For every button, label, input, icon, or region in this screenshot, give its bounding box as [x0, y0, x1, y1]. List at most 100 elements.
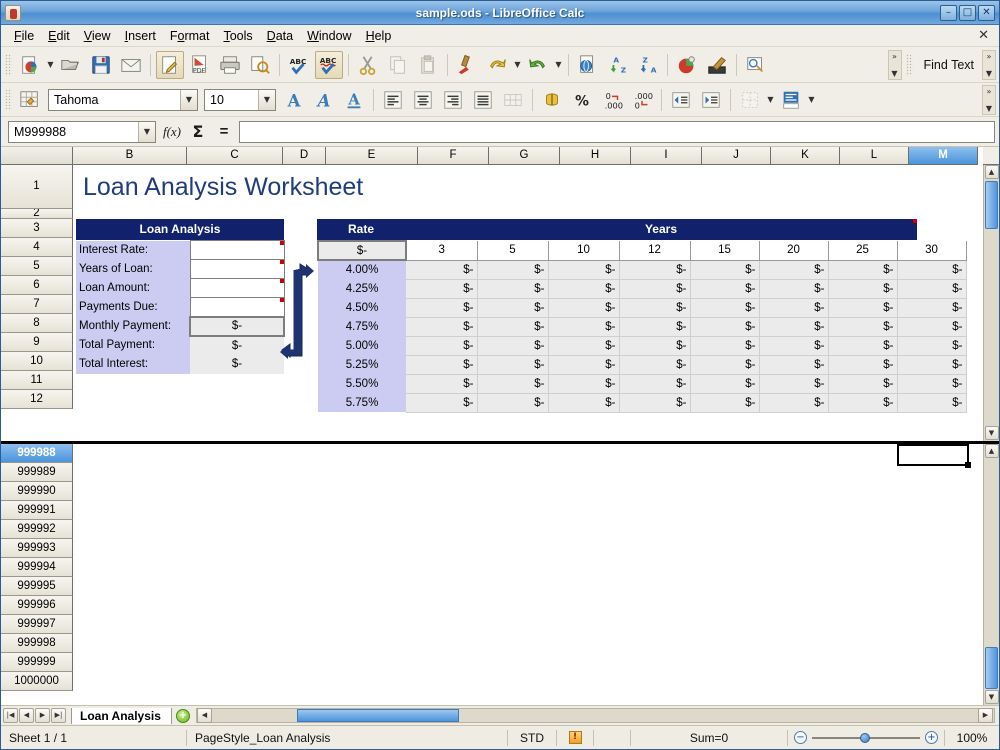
status-zoom-level[interactable]: 100% — [945, 729, 999, 747]
scroll-up-button[interactable]: ▲ — [985, 165, 999, 179]
matrix-cell[interactable]: $- — [619, 317, 690, 336]
scroll-up-button[interactable]: ▲ — [985, 444, 999, 458]
loan-input-loan-amount[interactable] — [190, 279, 284, 298]
matrix-cell[interactable]: $- — [759, 317, 828, 336]
matrix-cell[interactable]: $- — [759, 298, 828, 317]
loan-input-years-of-loan[interactable] — [190, 260, 284, 279]
row-header-999994[interactable]: 999994 — [1, 558, 73, 577]
find-toolbar-overflow[interactable]: » ▼ — [982, 50, 996, 80]
column-header-F[interactable]: F — [418, 147, 489, 165]
loan-value-monthly-payment[interactable]: $- — [190, 317, 284, 336]
matrix-cell[interactable]: $- — [477, 393, 548, 412]
zoom-slider-knob[interactable] — [860, 733, 870, 743]
name-box[interactable]: M999988 ▼ — [8, 121, 156, 143]
matrix-rate-corner-value[interactable]: $- — [318, 241, 406, 260]
clone-formatting-icon[interactable] — [453, 51, 481, 79]
paste-icon[interactable] — [414, 51, 442, 79]
top-pane-cells[interactable]: Loan Analysis Worksheet Loan Analysis In… — [73, 165, 983, 441]
row-header-999992[interactable]: 999992 — [1, 520, 73, 539]
matrix-cell[interactable]: $- — [897, 279, 966, 298]
matrix-cell[interactable]: $- — [477, 317, 548, 336]
copy-icon[interactable] — [384, 51, 412, 79]
matrix-cell[interactable]: $- — [897, 374, 966, 393]
first-sheet-button[interactable]: |◀ — [3, 708, 18, 723]
row-header-5[interactable]: 5 — [1, 257, 73, 276]
matrix-cell[interactable]: $- — [759, 279, 828, 298]
row-header-11[interactable]: 11 — [1, 371, 73, 390]
matrix-cell[interactable]: $- — [619, 260, 690, 279]
minimize-button[interactable]: – — [940, 5, 957, 21]
sort-descending-icon[interactable]: ZA — [634, 51, 662, 79]
matrix-cell[interactable]: $- — [477, 355, 548, 374]
align-left-icon[interactable] — [379, 86, 407, 114]
loan-value-total-payment[interactable]: $- — [190, 336, 284, 355]
loan-input-interest-rate[interactable] — [190, 241, 284, 260]
row-header-999998[interactable]: 999998 — [1, 634, 73, 653]
matrix-cell[interactable]: $- — [828, 355, 897, 374]
matrix-cell[interactable]: $- — [619, 374, 690, 393]
matrix-cell[interactable]: $- — [897, 336, 966, 355]
print-icon[interactable] — [216, 51, 244, 79]
font-name-combobox[interactable]: Tahoma ▼ — [48, 89, 198, 111]
borders-dropdown-icon[interactable]: ▼ — [765, 87, 776, 113]
row-header-8[interactable]: 8 — [1, 314, 73, 333]
column-header-E[interactable]: E — [326, 147, 418, 165]
matrix-cell[interactable]: $- — [828, 279, 897, 298]
matrix-cell[interactable]: $- — [619, 298, 690, 317]
add-sheet-icon[interactable]: + — [176, 709, 190, 723]
italic-icon[interactable]: A — [310, 86, 338, 114]
row-header-1[interactable]: 1 — [1, 165, 73, 209]
row-header-1000000[interactable]: 1000000 — [1, 672, 73, 691]
horizontal-scrollbar[interactable]: ◀ ▶ — [196, 708, 995, 723]
column-header-B[interactable]: B — [73, 147, 187, 165]
scrollbar-thumb[interactable] — [985, 647, 998, 689]
matrix-cell[interactable]: $- — [759, 393, 828, 412]
justified-icon[interactable] — [469, 86, 497, 114]
function-wizard-icon[interactable]: f(x) — [159, 120, 185, 144]
row-header-4[interactable]: 4 — [1, 238, 73, 257]
matrix-cell[interactable]: $- — [759, 374, 828, 393]
row-header-999990[interactable]: 999990 — [1, 482, 73, 501]
matrix-cell[interactable]: $- — [477, 374, 548, 393]
underline-icon[interactable]: A — [340, 86, 368, 114]
spelling-icon[interactable]: ABC — [285, 51, 313, 79]
matrix-cell[interactable]: $- — [690, 374, 759, 393]
formula-input[interactable] — [239, 121, 995, 143]
row-header-999993[interactable]: 999993 — [1, 539, 73, 558]
matrix-cell[interactable]: $- — [897, 317, 966, 336]
column-header-D[interactable]: D — [283, 147, 326, 165]
row-header-999991[interactable]: 999991 — [1, 501, 73, 520]
redo-icon[interactable] — [524, 51, 552, 79]
matrix-cell[interactable]: $- — [477, 260, 548, 279]
menu-insert[interactable]: Insert — [118, 27, 163, 45]
formatting-toolbar-overflow[interactable]: » ▼ — [982, 85, 996, 115]
matrix-cell[interactable]: $- — [406, 317, 477, 336]
decrease-indent-icon[interactable] — [667, 86, 695, 114]
align-right-icon[interactable] — [439, 86, 467, 114]
row-header-999989[interactable]: 999989 — [1, 463, 73, 482]
last-sheet-button[interactable]: ▶| — [51, 708, 66, 723]
horizontal-scrollbar-thumb[interactable] — [297, 709, 459, 722]
close-document-icon[interactable]: ✕ — [978, 28, 999, 43]
matrix-cell[interactable]: $- — [897, 355, 966, 374]
redo-dropdown-icon[interactable]: ▼ — [553, 52, 564, 78]
vertical-scrollbar-bottom[interactable]: ▲ ▼ — [983, 444, 999, 705]
scroll-down-button[interactable]: ▼ — [985, 426, 999, 440]
sheet-tab-loan-analysis[interactable]: Loan Analysis — [71, 708, 172, 724]
matrix-cell[interactable]: $- — [897, 298, 966, 317]
delete-decimal-icon[interactable]: .0000 — [628, 86, 656, 114]
matrix-cell[interactable]: $- — [619, 355, 690, 374]
autospellcheck-icon[interactable]: ABC — [315, 51, 343, 79]
new-document-dropdown-icon[interactable]: ▼ — [45, 52, 56, 78]
menu-format[interactable]: Format — [163, 27, 217, 45]
active-cell-selection[interactable] — [897, 444, 969, 466]
row-header-999988[interactable]: 999988 — [1, 444, 73, 463]
bold-icon[interactable]: A — [280, 86, 308, 114]
matrix-cell[interactable]: $- — [828, 298, 897, 317]
column-header-C[interactable]: C — [187, 147, 283, 165]
matrix-cell[interactable]: $- — [690, 317, 759, 336]
row-header-999999[interactable]: 999999 — [1, 653, 73, 672]
matrix-cell[interactable]: $- — [548, 298, 619, 317]
column-header-I[interactable]: I — [631, 147, 702, 165]
menu-help[interactable]: Help — [359, 27, 399, 45]
